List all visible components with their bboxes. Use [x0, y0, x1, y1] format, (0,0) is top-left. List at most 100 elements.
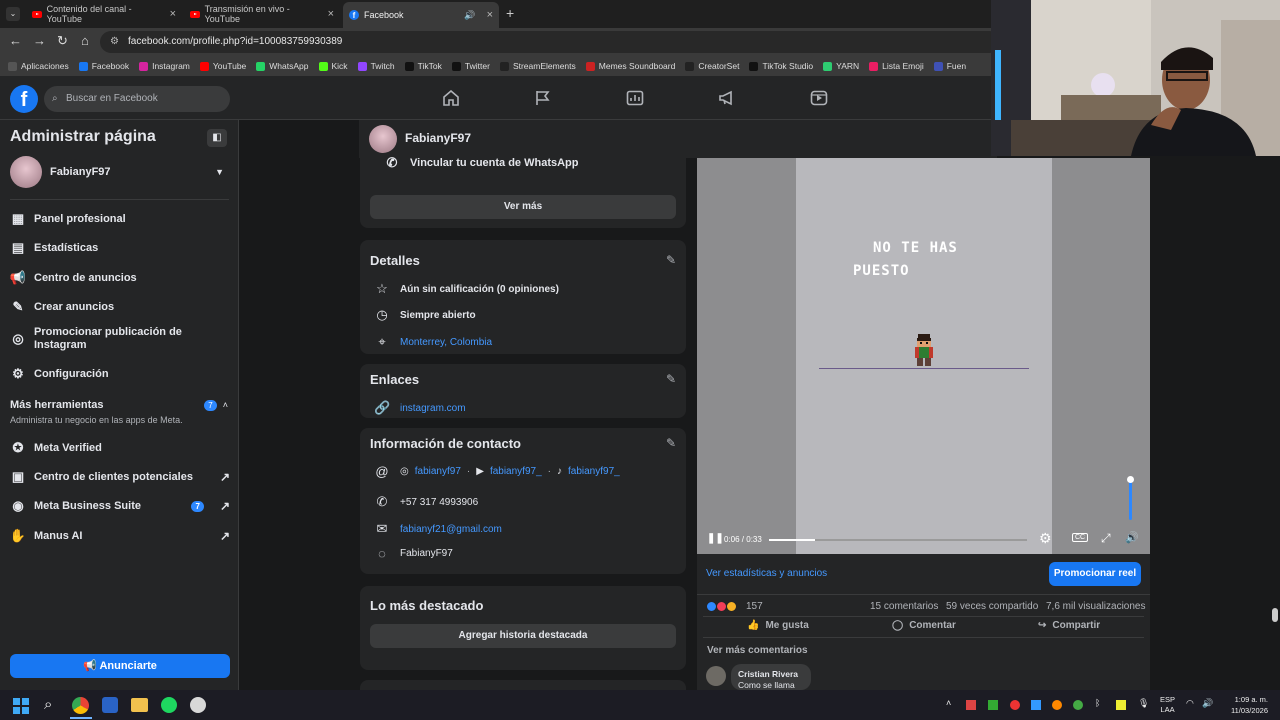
- forward-icon[interactable]: →: [33, 33, 46, 48]
- back-icon[interactable]: ←: [9, 33, 22, 48]
- bluetooth-icon[interactable]: ᛒ: [1095, 698, 1100, 708]
- flag-icon[interactable]: [534, 90, 552, 106]
- tray-app-icon[interactable]: [1052, 700, 1062, 710]
- bookmark-item[interactable]: YARN: [823, 61, 859, 71]
- windows-start-icon[interactable]: [13, 698, 29, 714]
- chrome-icon[interactable]: [72, 697, 89, 714]
- microphone-icon[interactable]: 🎙: [1138, 698, 1149, 709]
- captions-icon[interactable]: CC: [1072, 533, 1089, 542]
- search-icon[interactable]: ⌕: [44, 696, 52, 713]
- sidebar-item-manus-ai[interactable]: ✋ Manus AI ↗: [10, 528, 230, 544]
- comment-button[interactable]: ◯ Comentar: [892, 620, 956, 631]
- sidebar-item-estadisticas[interactable]: ▤ Estadísticas: [10, 240, 230, 256]
- stats-ads-link[interactable]: Ver estadísticas y anuncios: [706, 568, 827, 579]
- tray-app-icon[interactable]: [988, 700, 998, 710]
- tab-youtube-content[interactable]: Contenido del canal - YouTube ×: [26, 4, 182, 24]
- tab-list-button[interactable]: ⌄: [6, 7, 20, 21]
- sidebar-item-configuracion[interactable]: ⚙ Configuración: [10, 366, 230, 382]
- settings-gear-icon[interactable]: ⚙: [1039, 530, 1052, 547]
- site-info-icon[interactable]: ⚙: [110, 31, 119, 53]
- megaphone-icon[interactable]: [718, 90, 736, 106]
- clock[interactable]: 1:09 a. m. 11/03/2026: [1222, 694, 1268, 716]
- obs-icon[interactable]: [190, 697, 206, 713]
- bookmark-item[interactable]: Aplicaciones: [8, 61, 69, 71]
- add-highlight-button[interactable]: Agregar historia destacada: [370, 624, 676, 648]
- tray-app-icon[interactable]: [966, 700, 976, 710]
- bookmark-item[interactable]: Facebook: [78, 61, 129, 71]
- sidebar-item-business-suite[interactable]: ◉ Meta Business Suite 7 ↗: [10, 498, 230, 514]
- youtube-handle[interactable]: fabianyf97_: [490, 466, 542, 477]
- tray-app-icon[interactable]: [1073, 700, 1083, 710]
- file-explorer-icon[interactable]: [131, 698, 148, 712]
- collapse-sidebar-icon[interactable]: ◧: [207, 129, 227, 147]
- facebook-logo-icon[interactable]: f: [10, 85, 38, 113]
- ver-mas-button[interactable]: Ver más: [370, 195, 676, 219]
- speaker-icon[interactable]: 🔊: [464, 10, 475, 21]
- volume-knob[interactable]: [1127, 476, 1134, 483]
- speaker-icon[interactable]: 🔊: [1202, 698, 1213, 709]
- edit-pencil-icon[interactable]: ✎: [666, 436, 676, 450]
- video-icon[interactable]: [810, 90, 828, 106]
- edit-pencil-icon[interactable]: ✎: [666, 372, 676, 386]
- home-icon[interactable]: ⌂: [81, 33, 89, 48]
- anunciarte-button[interactable]: 📢 Anunciarte: [10, 654, 230, 678]
- share-button[interactable]: ↪ Compartir: [1038, 620, 1100, 631]
- bookmark-item[interactable]: CreatorSet: [685, 61, 739, 71]
- insights-icon[interactable]: [626, 90, 644, 106]
- bookmark-item[interactable]: Fuen: [933, 61, 966, 71]
- shares-count[interactable]: 59 veces compartido: [946, 601, 1038, 612]
- more-tools-header[interactable]: Más herramientas 7 ˄: [10, 399, 230, 411]
- bookmark-item[interactable]: TikTok: [404, 61, 442, 71]
- sidebar-item-crear-anuncios[interactable]: ✎ Crear anuncios: [10, 299, 230, 315]
- tab-youtube-live[interactable]: Transmisión en vivo - YouTube ×: [184, 4, 340, 24]
- new-tab-icon[interactable]: +: [506, 5, 514, 21]
- email-row[interactable]: ✉ fabianyf21@gmail.com: [374, 521, 502, 537]
- tray-app-icon[interactable]: [1031, 700, 1041, 710]
- tray-app-icon[interactable]: [1010, 700, 1020, 710]
- commenter-avatar[interactable]: [706, 666, 726, 686]
- video-progress-bar[interactable]: [769, 539, 1027, 541]
- bookmark-item[interactable]: Instagram: [139, 61, 190, 71]
- location-link[interactable]: Monterrey, Colombia: [400, 337, 492, 348]
- language-indicator[interactable]: ESP LAA: [1160, 695, 1175, 715]
- spotify-icon[interactable]: [161, 697, 177, 713]
- sidebar-item-centro-clientes[interactable]: ▣ Centro de clientes potenciales ↗: [10, 469, 230, 485]
- bookmark-item[interactable]: StreamElements: [499, 61, 576, 71]
- edit-pencil-icon[interactable]: ✎: [666, 253, 676, 267]
- video-player[interactable]: NO TE HAS PUESTO ❚❚ 0:06 / 0:33 ⚙ CC ⤢ 🔊: [697, 158, 1150, 554]
- email-link[interactable]: fabianyf21@gmail.com: [400, 524, 502, 535]
- fullscreen-icon[interactable]: ⤢: [1101, 531, 1111, 546]
- more-comments-link[interactable]: Ver más comentarios: [707, 645, 808, 656]
- wifi-icon[interactable]: ◠: [1186, 698, 1194, 709]
- location-row[interactable]: ⌖ Monterrey, Colombia: [374, 334, 492, 350]
- profile-switcher[interactable]: FabianyF97 ▼: [10, 156, 230, 188]
- pause-icon[interactable]: ❚❚: [707, 533, 724, 544]
- volume-icon[interactable]: 🔊: [1125, 531, 1139, 544]
- tab-facebook[interactable]: f Facebook 🔊 ×: [343, 2, 499, 28]
- close-icon[interactable]: ×: [170, 8, 176, 20]
- sidebar-item-meta-verified[interactable]: ✪ Meta Verified: [10, 440, 230, 456]
- sidebar-item-centro-anuncios[interactable]: 📢 Centro de anuncios: [10, 270, 230, 286]
- like-button[interactable]: 👍 Me gusta: [747, 620, 809, 631]
- search-input[interactable]: ⌕ Buscar en Facebook: [44, 86, 230, 112]
- bookmark-item[interactable]: TikTok Studio: [749, 61, 813, 71]
- instagram-link-row[interactable]: 🔗 instagram.com: [374, 400, 466, 416]
- bookmark-item[interactable]: Lista Emoji: [869, 61, 924, 71]
- page-scrollbar-thumb[interactable]: [1272, 608, 1278, 622]
- chevron-up-icon[interactable]: ˄: [946, 698, 951, 708]
- url-field[interactable]: ⚙ facebook.com/profile.php?id=1000837599…: [100, 31, 1000, 53]
- bookmark-item[interactable]: Kick: [318, 61, 348, 71]
- close-icon[interactable]: ×: [328, 8, 334, 20]
- bookmark-item[interactable]: Twitch: [357, 61, 395, 71]
- commenter-name[interactable]: Cristian Rivera: [738, 669, 798, 679]
- comments-count[interactable]: 15 comentarios: [870, 601, 938, 612]
- bookmark-item[interactable]: YouTube: [199, 61, 246, 71]
- instagram-handle[interactable]: fabianyf97: [415, 466, 461, 477]
- tiktok-handle[interactable]: fabianyf97_: [568, 466, 620, 477]
- bookmark-item[interactable]: WhatsApp: [256, 61, 309, 71]
- whatsapp-link-row[interactable]: ✆ Vincular tu cuenta de WhatsApp: [384, 155, 579, 171]
- store-icon[interactable]: [102, 697, 118, 713]
- sidebar-item-promocionar-instagram[interactable]: ◎ Promocionar publicación de Instagram: [10, 326, 230, 352]
- instagram-link[interactable]: instagram.com: [400, 403, 466, 414]
- home-icon[interactable]: [442, 90, 460, 106]
